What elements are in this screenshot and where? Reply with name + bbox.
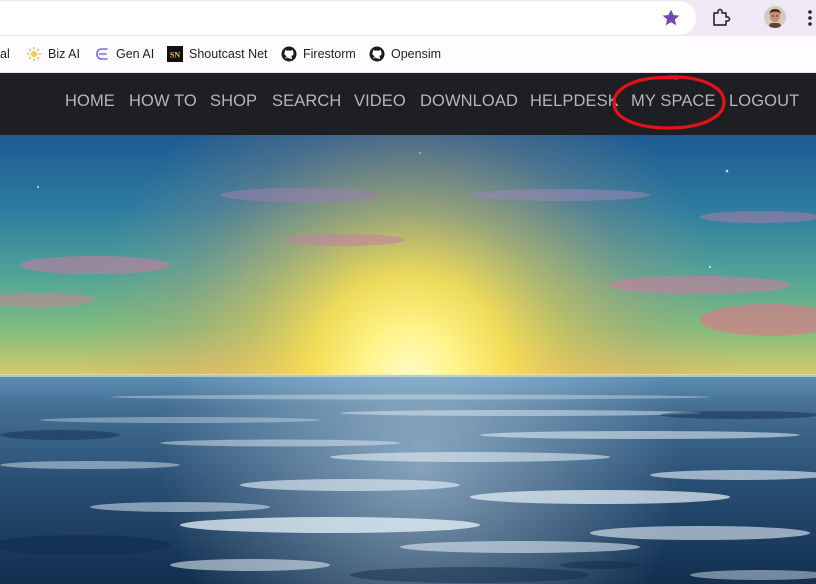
bookmark-label: Biz AI xyxy=(48,47,80,61)
browser-toolbar xyxy=(0,0,816,36)
bookmark-shoutcast[interactable]: SN Shoutcast Net xyxy=(167,36,268,72)
bookmark-opensim[interactable]: Opensim xyxy=(369,36,441,72)
svg-text:SN: SN xyxy=(170,51,180,60)
bookmark-label: al xyxy=(0,47,10,61)
nav-video[interactable]: VIDEO xyxy=(354,92,406,111)
bookmarks-bar: al Biz AI Gen AI SN Shoutcast Net Firest… xyxy=(0,36,816,73)
nav-helpdesk[interactable]: HELPDESK xyxy=(530,92,619,111)
profile-avatar[interactable] xyxy=(764,6,786,28)
bookmark-label: Opensim xyxy=(391,47,442,61)
browser-menu-icon[interactable] xyxy=(805,8,815,28)
extensions-puzzle-icon[interactable] xyxy=(710,6,732,28)
bookmark-label: Firestorm xyxy=(303,47,356,61)
biz-ai-icon xyxy=(27,47,41,61)
bookmark-gen-ai[interactable]: Gen AI xyxy=(94,36,154,72)
address-bar[interactable] xyxy=(0,1,696,35)
bookmark-label: Gen AI xyxy=(116,47,155,61)
hero-ocean-sunset-image xyxy=(0,135,816,584)
nav-download[interactable]: DOWNLOAD xyxy=(420,92,518,111)
nav-shop[interactable]: SHOP xyxy=(210,92,257,111)
nav-home[interactable]: HOME xyxy=(65,92,115,111)
github-icon xyxy=(369,46,385,62)
nav-search[interactable]: SEARCH xyxy=(272,92,341,111)
gen-ai-icon xyxy=(96,48,108,60)
bookmark-item[interactable]: al xyxy=(0,36,10,72)
nav-how-to[interactable]: HOW TO xyxy=(129,92,197,111)
nav-logout[interactable]: LOGOUT xyxy=(729,92,799,111)
bookmark-firestorm[interactable]: Firestorm xyxy=(281,36,356,72)
annotation-circle xyxy=(612,75,726,130)
bookmark-star-icon[interactable] xyxy=(661,8,681,28)
bookmark-biz-ai[interactable]: Biz AI xyxy=(26,36,80,72)
shoutcast-icon: SN xyxy=(167,46,183,62)
github-icon xyxy=(281,46,297,62)
bookmark-label: Shoutcast Net xyxy=(189,47,268,61)
